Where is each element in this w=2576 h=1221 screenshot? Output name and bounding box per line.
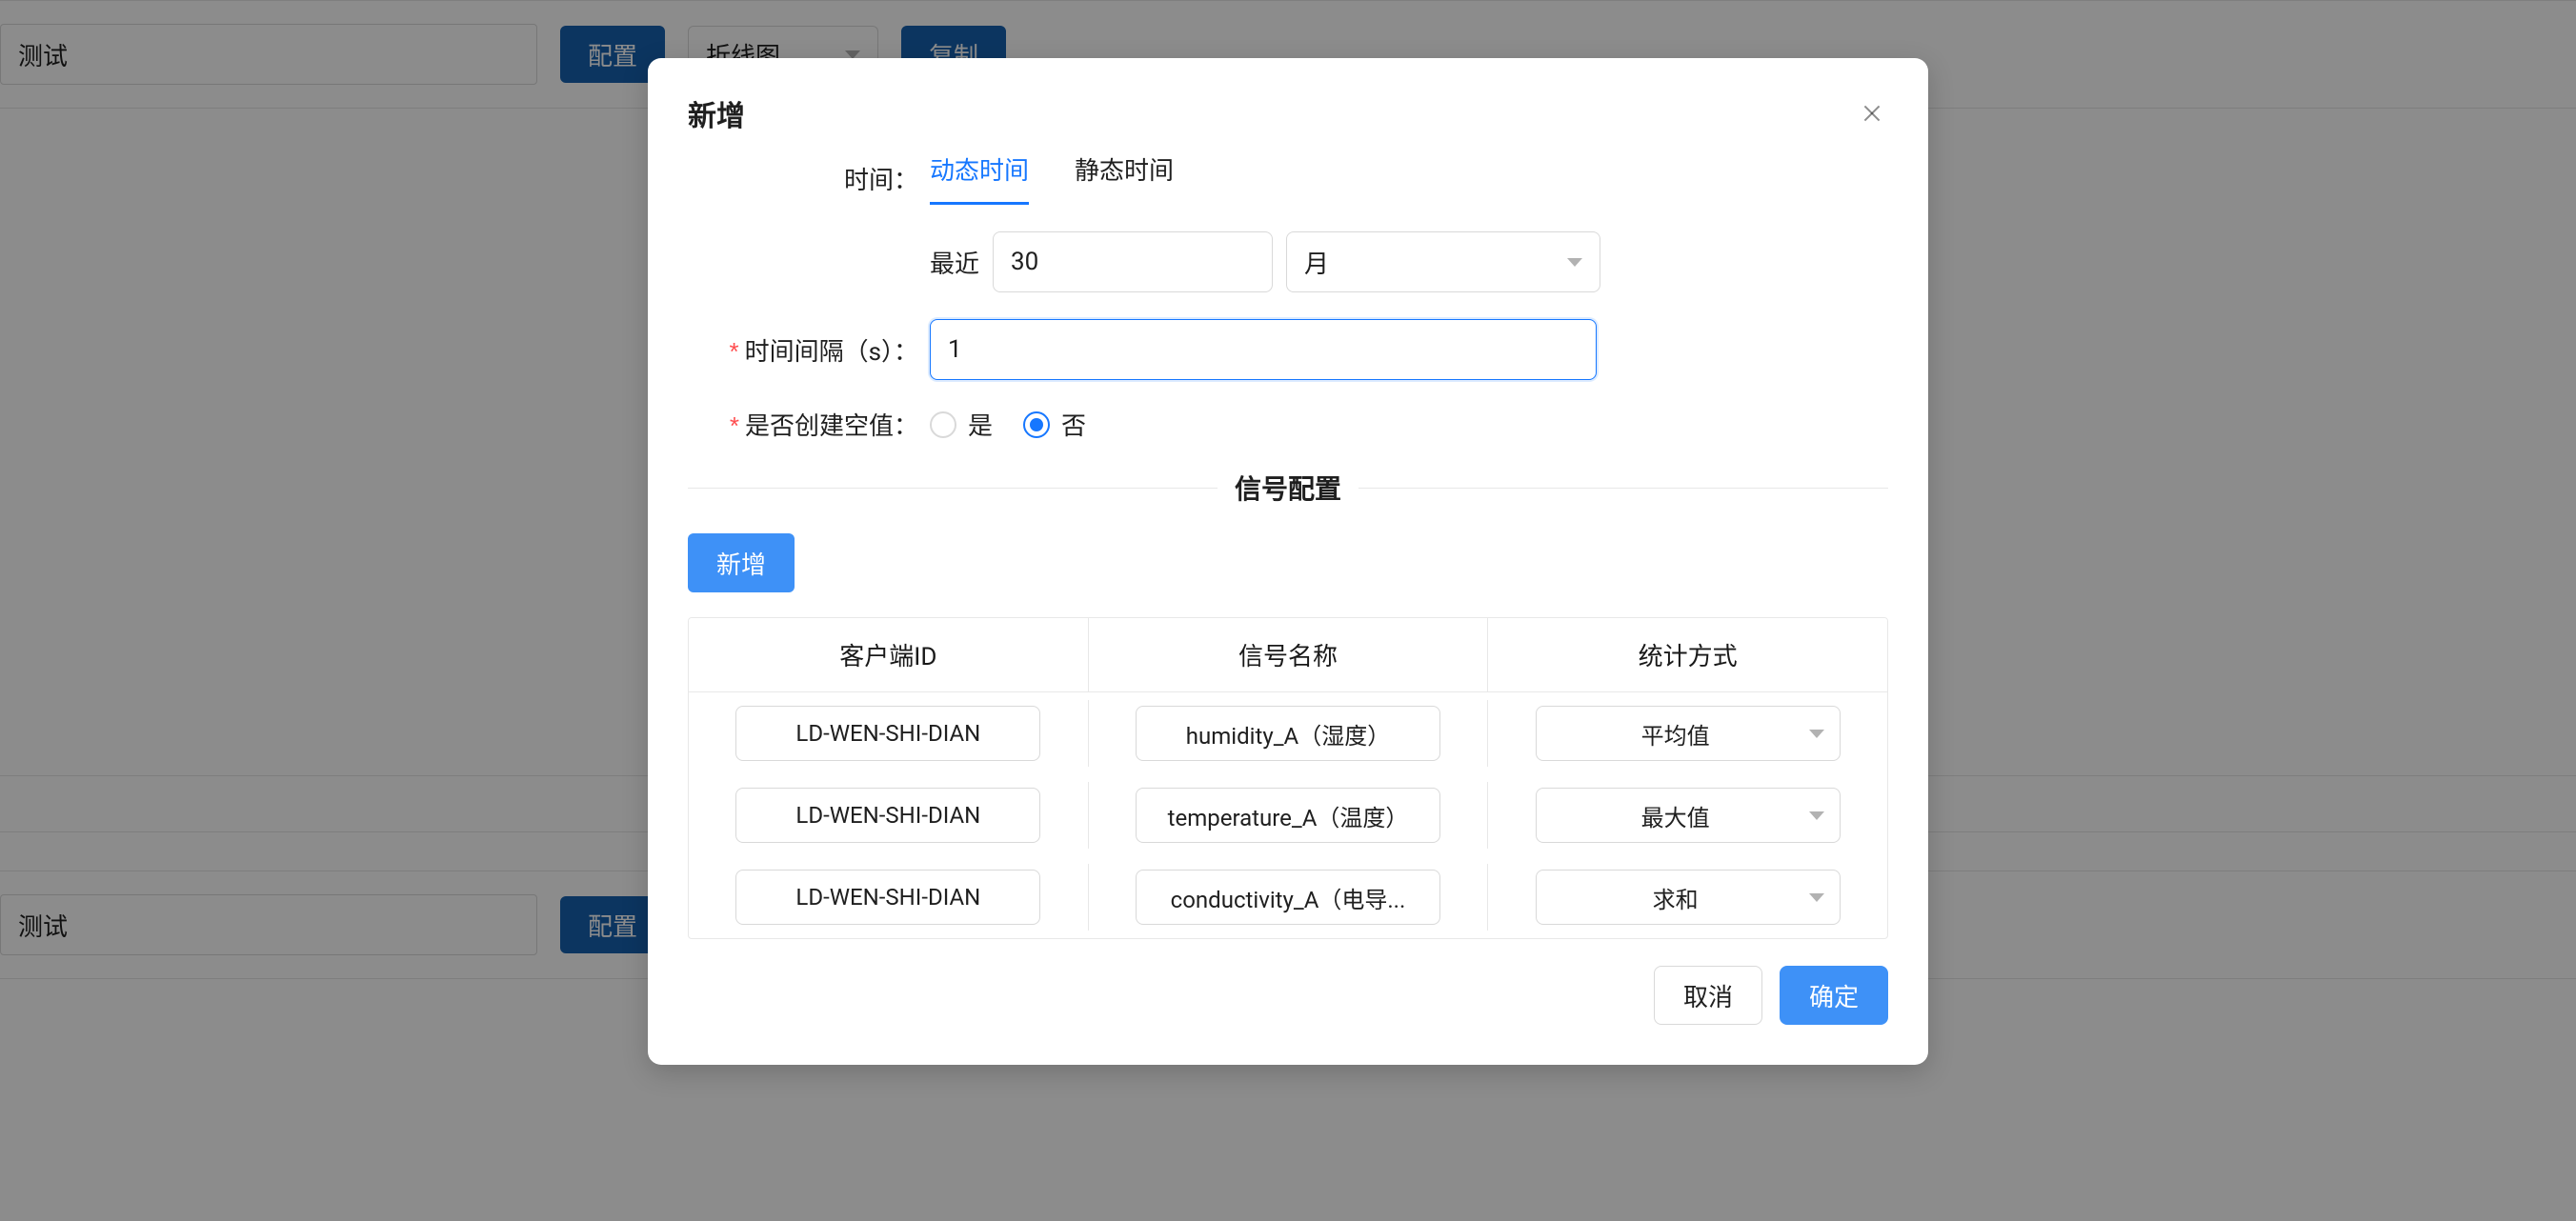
table-row: LD-WEN-SHI-DIAN conductivity_A（电导... 求和 [689, 856, 1887, 938]
time-label: 时间： [688, 161, 930, 196]
radio-icon [1023, 411, 1050, 438]
create-empty-label: *是否创建空值： [688, 407, 930, 442]
modal-dialog: 新增 时间： 动态时间 静态时间 最近 30 月 *时间间隔（s）： 1 [648, 58, 1928, 1065]
table-row: LD-WEN-SHI-DIAN humidity_A（湿度） 平均值 [689, 692, 1887, 774]
th-stat-method: 统计方式 [1488, 618, 1887, 691]
interval-label: *时间间隔（s）： [688, 332, 930, 368]
client-id-input[interactable]: LD-WEN-SHI-DIAN [735, 788, 1040, 843]
radio-yes[interactable]: 是 [930, 407, 993, 442]
chevron-down-icon [1809, 730, 1824, 738]
signal-name-input[interactable]: temperature_A（温度） [1136, 788, 1440, 843]
cancel-button[interactable]: 取消 [1654, 966, 1762, 1025]
client-id-input[interactable]: LD-WEN-SHI-DIAN [735, 870, 1040, 925]
stat-method-select[interactable]: 求和 [1536, 870, 1841, 925]
modal-title: 新增 [688, 92, 745, 134]
radio-no-label: 否 [1061, 407, 1086, 442]
table-row: LD-WEN-SHI-DIAN temperature_A（温度） 最大值 [689, 774, 1887, 856]
th-signal-name: 信号名称 [1089, 618, 1489, 691]
add-signal-button[interactable]: 新增 [688, 533, 795, 592]
recent-unit-select[interactable]: 月 [1286, 231, 1600, 292]
close-icon[interactable] [1856, 97, 1888, 130]
chevron-down-icon [1567, 258, 1582, 267]
interval-input[interactable]: 1 [930, 319, 1597, 380]
radio-no[interactable]: 否 [1023, 407, 1086, 442]
recent-unit-value: 月 [1304, 245, 1329, 280]
client-id-input[interactable]: LD-WEN-SHI-DIAN [735, 706, 1040, 761]
recent-label: 最近 [930, 245, 979, 280]
recent-value-input[interactable]: 30 [993, 231, 1273, 292]
signal-name-input[interactable]: humidity_A（湿度） [1136, 706, 1440, 761]
radio-icon [930, 411, 956, 438]
chevron-down-icon [1809, 893, 1824, 902]
stat-method-select[interactable]: 平均值 [1536, 706, 1841, 761]
signal-name-input[interactable]: conductivity_A（电导... [1136, 870, 1440, 925]
signal-table: 客户端ID 信号名称 统计方式 LD-WEN-SHI-DIAN humidity… [688, 617, 1888, 939]
tab-dynamic-time[interactable]: 动态时间 [930, 151, 1029, 205]
radio-yes-label: 是 [968, 407, 993, 442]
th-client-id: 客户端ID [689, 618, 1089, 691]
tab-static-time[interactable]: 静态时间 [1075, 151, 1174, 205]
signal-section-title: 信号配置 [1235, 469, 1341, 507]
stat-method-select[interactable]: 最大值 [1536, 788, 1841, 843]
signal-section-divider: 信号配置 [688, 469, 1888, 507]
ok-button[interactable]: 确定 [1780, 966, 1888, 1025]
chevron-down-icon [1809, 811, 1824, 820]
